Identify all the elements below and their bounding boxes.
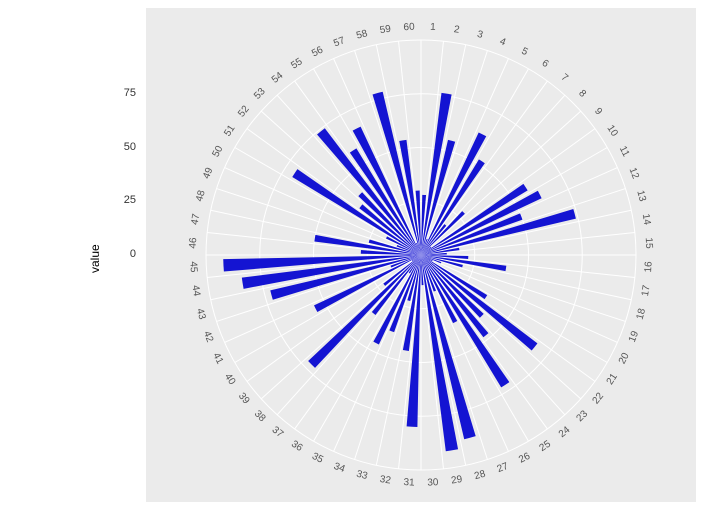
category-label-13: 13 <box>634 189 648 203</box>
category-label-42: 42 <box>201 330 215 345</box>
category-label-20: 20 <box>617 351 632 366</box>
category-label-16: 16 <box>643 261 655 273</box>
category-label-19: 19 <box>627 329 641 344</box>
category-label-28: 28 <box>473 469 487 483</box>
category-label-53: 53 <box>252 86 268 102</box>
category-label-43: 43 <box>194 307 208 321</box>
category-label-34: 34 <box>332 461 347 475</box>
category-label-51: 51 <box>222 123 238 139</box>
category-label-14: 14 <box>640 213 653 226</box>
category-label-5: 5 <box>519 46 529 59</box>
category-label-56: 56 <box>310 44 325 59</box>
category-label-27: 27 <box>496 461 511 475</box>
category-label-33: 33 <box>355 469 369 483</box>
category-label-11: 11 <box>617 144 632 159</box>
category-label-60: 60 <box>403 22 415 34</box>
category-label-7: 7 <box>559 72 571 84</box>
category-label-38: 38 <box>252 408 268 424</box>
y-axis-label: value <box>88 244 102 273</box>
category-label-10: 10 <box>604 123 620 139</box>
category-label-55: 55 <box>289 56 305 72</box>
category-label-50: 50 <box>211 144 226 159</box>
category-label-46: 46 <box>188 237 200 249</box>
category-label-3: 3 <box>476 29 485 41</box>
category-label-37: 37 <box>270 425 286 441</box>
category-label-18: 18 <box>635 307 649 321</box>
y-tick-25: 25 <box>108 194 136 206</box>
category-label-58: 58 <box>355 28 369 42</box>
category-label-6: 6 <box>540 58 551 70</box>
y-tick-75: 75 <box>108 87 136 99</box>
category-label-36: 36 <box>289 439 305 455</box>
category-label-44: 44 <box>189 284 202 297</box>
category-label-54: 54 <box>270 70 286 86</box>
category-label-23: 23 <box>574 408 590 424</box>
category-label-31: 31 <box>403 477 415 489</box>
plot-panel: 1234567891011121314151617181920212223242… <box>146 8 696 502</box>
category-label-12: 12 <box>627 166 641 181</box>
category-label-30: 30 <box>427 477 439 489</box>
y-tick-50: 50 <box>108 141 136 153</box>
category-label-1: 1 <box>430 22 437 33</box>
polar-plot: 1234567891011121314151617181920212223242… <box>146 8 696 502</box>
y-tick-0: 0 <box>108 248 136 260</box>
category-label-32: 32 <box>379 474 392 487</box>
category-label-2: 2 <box>453 24 461 36</box>
category-label-17: 17 <box>640 284 653 297</box>
category-label-45: 45 <box>187 261 199 273</box>
category-label-48: 48 <box>194 189 208 203</box>
category-label-9: 9 <box>592 106 604 118</box>
category-label-35: 35 <box>310 451 325 466</box>
category-label-39: 39 <box>236 391 252 407</box>
chart-stage: 1234567891011121314151617181920212223242… <box>0 0 704 510</box>
category-label-15: 15 <box>643 237 655 249</box>
category-label-29: 29 <box>450 474 463 487</box>
category-label-49: 49 <box>201 166 215 181</box>
category-label-52: 52 <box>236 103 252 119</box>
category-label-21: 21 <box>605 371 621 387</box>
category-label-22: 22 <box>591 390 607 406</box>
category-label-24: 24 <box>557 424 573 440</box>
category-label-26: 26 <box>517 451 532 466</box>
category-label-59: 59 <box>379 24 392 37</box>
category-label-40: 40 <box>222 372 238 388</box>
category-label-41: 41 <box>210 351 225 366</box>
category-label-47: 47 <box>190 213 203 226</box>
category-label-4: 4 <box>498 36 508 48</box>
category-label-8: 8 <box>576 88 588 100</box>
category-label-25: 25 <box>538 438 554 454</box>
category-label-57: 57 <box>332 35 347 49</box>
